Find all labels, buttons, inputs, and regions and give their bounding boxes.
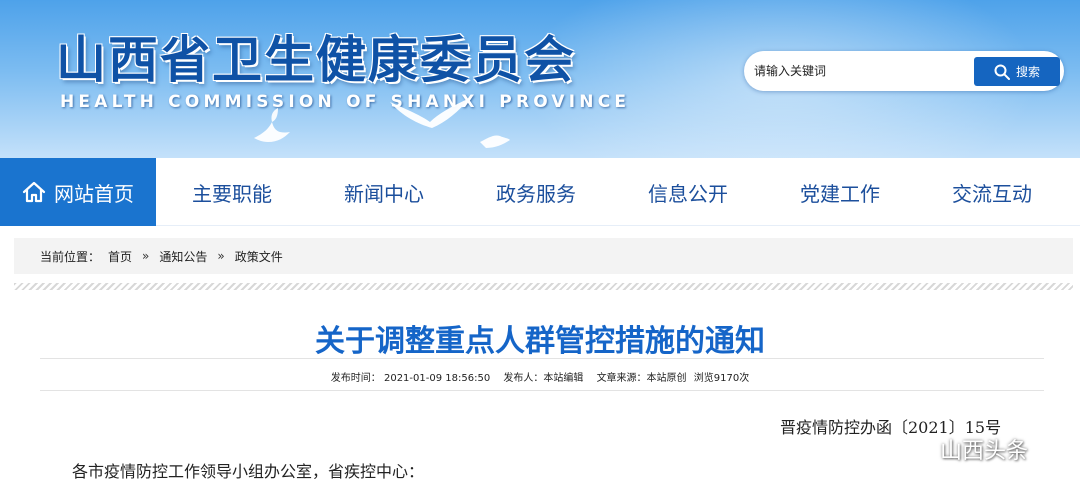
dove-icon (390, 98, 470, 128)
nav-item-disclosure[interactable]: 信息公开 (612, 158, 764, 226)
view-count: 浏览9170次 (693, 373, 750, 384)
nav-item-party[interactable]: 党建工作 (764, 158, 916, 226)
publish-time: 发布时间： 2021-01-09 18:56:50 (330, 373, 491, 384)
search-input[interactable] (754, 57, 966, 85)
article-meta: 发布时间： 2021-01-09 18:56:50 发布人：本站编辑 文章来源：… (0, 369, 1080, 384)
search-button[interactable]: 搜索 (974, 57, 1060, 86)
divider (40, 358, 1044, 359)
article-title: 关于调整重点人群管控措施的通知 (315, 324, 765, 359)
home-icon (22, 181, 46, 203)
nav-item-services[interactable]: 政务服务 (460, 158, 612, 226)
main-nav: 网站首页 主要职能 新闻中心 政务服务 信息公开 党建工作 交流互动 (0, 158, 1080, 226)
nav-item-interaction[interactable]: 交流互动 (916, 158, 1068, 226)
watermark: 山西头条 (896, 433, 1028, 465)
dove-icon (480, 135, 510, 148)
breadcrumb: 当前位置： 首页 » 通知公告 » 政策文件 (14, 238, 1073, 274)
site-title[interactable]: 山西省卫生健康委员会 (56, 20, 576, 92)
publisher: 发布人：本站编辑 (503, 373, 584, 384)
nav-item-news[interactable]: 新闻中心 (308, 158, 460, 226)
watermark-text: 山西头条 (940, 439, 1029, 464)
nav-item-home[interactable]: 网站首页 (0, 158, 156, 226)
search-button-label: 搜索 (1015, 65, 1040, 79)
dove-icon (254, 108, 290, 142)
breadcrumb-policy[interactable]: 政策文件 (235, 248, 283, 265)
divider (40, 390, 1044, 391)
hatch-divider (14, 283, 1073, 290)
article-source: 文章来源：本站原创 (596, 373, 687, 384)
breadcrumb-prefix: 当前位置： (40, 249, 101, 264)
search-box: 搜索 (744, 51, 1064, 91)
breadcrumb-home[interactable]: 首页 (108, 248, 132, 265)
breadcrumb-separator: » (142, 249, 150, 263)
nav-item-label: 网站首页 (54, 181, 134, 206)
article-salutation: 各市疫情防控工作领导小组办公室，省疾控中心： (72, 462, 425, 481)
wechat-icon (897, 435, 932, 462)
header-banner: 山西省卫生健康委员会 HEALTH COMMISSION OF SHANXI P… (0, 0, 1080, 158)
search-icon (994, 64, 1010, 80)
breadcrumb-separator: » (217, 249, 225, 263)
nav-item-functions[interactable]: 主要职能 (156, 158, 308, 226)
breadcrumb-notices[interactable]: 通知公告 (159, 248, 207, 265)
site-subtitle: HEALTH COMMISSION OF SHANXI PROVINCE (60, 92, 631, 112)
